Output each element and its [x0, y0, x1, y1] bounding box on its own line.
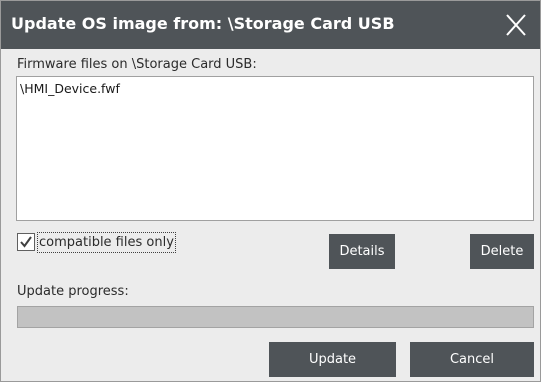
update-button[interactable]: Update [269, 342, 396, 377]
update-progress-bar [17, 306, 534, 328]
delete-button[interactable]: Delete [470, 234, 534, 269]
dialog-title: Update OS image from: \Storage Card USB [11, 14, 395, 33]
firmware-files-label: Firmware files on \Storage Card USB: [17, 57, 257, 72]
close-button[interactable] [492, 1, 540, 49]
title-bar: Update OS image from: \Storage Card USB [1, 1, 540, 49]
firmware-file-list[interactable]: \HMI_Device.fwf [16, 76, 534, 221]
update-os-dialog: Update OS image from: \Storage Card USB … [0, 0, 541, 382]
checkbox-box[interactable] [17, 233, 35, 251]
update-progress-label: Update progress: [17, 284, 129, 299]
details-button[interactable]: Details [329, 234, 395, 269]
cancel-button[interactable]: Cancel [410, 342, 534, 377]
list-item[interactable]: \HMI_Device.fwf [20, 81, 120, 96]
check-icon [20, 236, 32, 248]
compatible-files-only-label[interactable]: compatible files only [37, 232, 176, 253]
close-icon [506, 14, 526, 36]
